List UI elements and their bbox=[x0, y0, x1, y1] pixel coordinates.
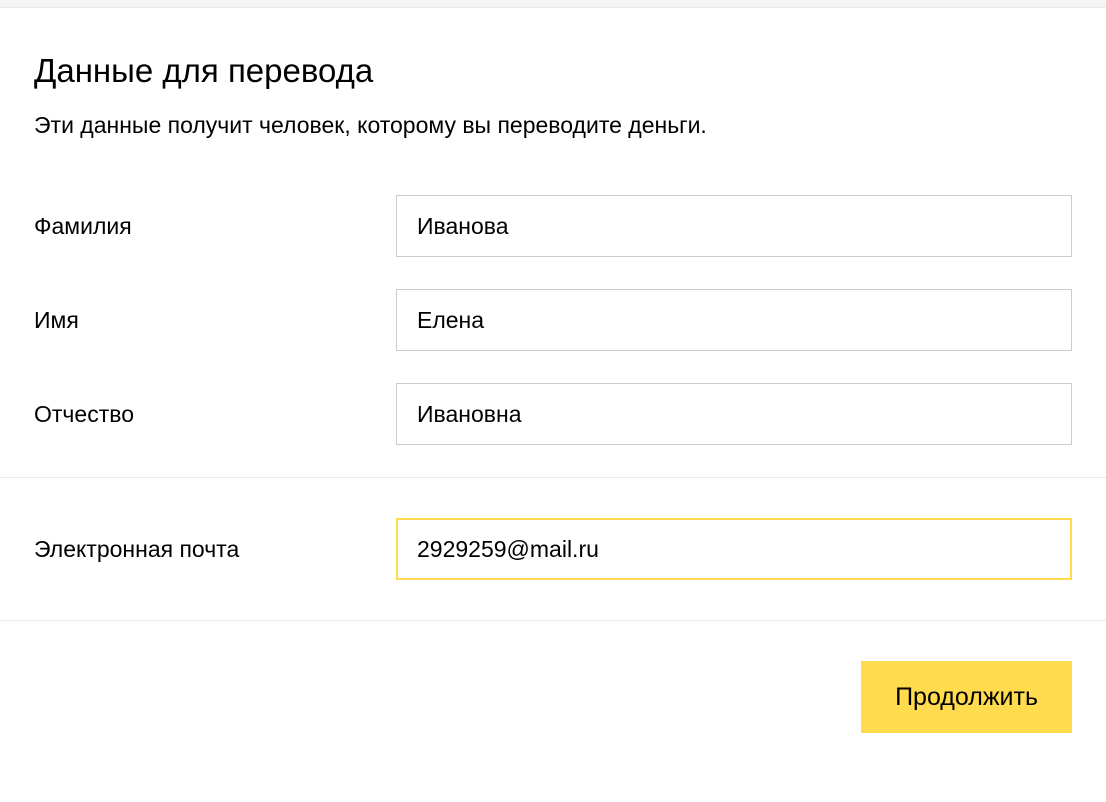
section-divider bbox=[0, 477, 1106, 478]
button-row: Продолжить bbox=[34, 661, 1072, 733]
surname-row: Фамилия bbox=[34, 195, 1072, 257]
section-divider-2 bbox=[0, 620, 1106, 621]
patronymic-input[interactable] bbox=[396, 383, 1072, 445]
patronymic-row: Отчество bbox=[34, 383, 1072, 445]
page-subtitle: Эти данные получит человек, которому вы … bbox=[34, 112, 1072, 139]
email-row: Электронная почта bbox=[34, 518, 1072, 580]
email-input[interactable] bbox=[396, 518, 1072, 580]
name-input[interactable] bbox=[396, 289, 1072, 351]
patronymic-label: Отчество bbox=[34, 401, 396, 428]
continue-button[interactable]: Продолжить bbox=[861, 661, 1072, 733]
surname-label: Фамилия bbox=[34, 213, 396, 240]
name-row: Имя bbox=[34, 289, 1072, 351]
surname-input[interactable] bbox=[396, 195, 1072, 257]
page-title: Данные для перевода bbox=[34, 52, 1072, 90]
form-container: Данные для перевода Эти данные получит ч… bbox=[0, 8, 1106, 733]
email-label: Электронная почта bbox=[34, 536, 396, 563]
name-label: Имя bbox=[34, 307, 396, 334]
top-bar bbox=[0, 0, 1106, 8]
